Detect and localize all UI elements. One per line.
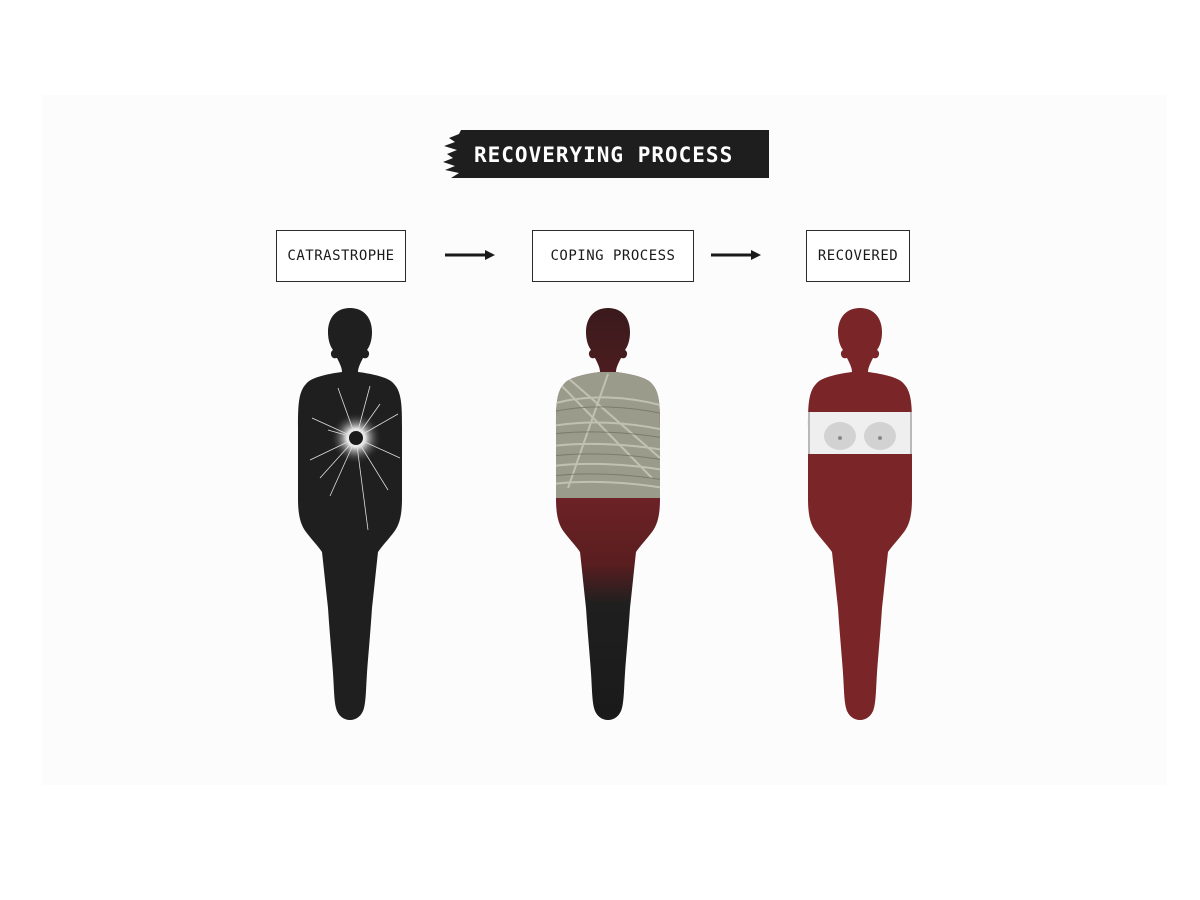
stage-recovered-label: RECOVERED: [817, 248, 899, 264]
recovered-figure: [808, 308, 912, 720]
stage-catastrophe-box: CATRASTROPHE: [276, 230, 406, 282]
arrow-right-icon: [711, 250, 761, 260]
arrow-right-icon: [445, 250, 495, 260]
torso-window: [808, 412, 912, 454]
bandage-icon: [556, 372, 660, 498]
coping-figure: [556, 308, 660, 720]
stage-coping-label: COPING PROCESS: [550, 248, 676, 264]
stage-catastrophe-label: CATRASTROPHE: [287, 248, 395, 264]
stage-recovered-box: RECOVERED: [806, 230, 910, 282]
stage-coping-box: COPING PROCESS: [532, 230, 694, 282]
catastrophe-figure: [298, 308, 402, 720]
diagram-title: RECOVERYING PROCESS: [474, 143, 734, 167]
